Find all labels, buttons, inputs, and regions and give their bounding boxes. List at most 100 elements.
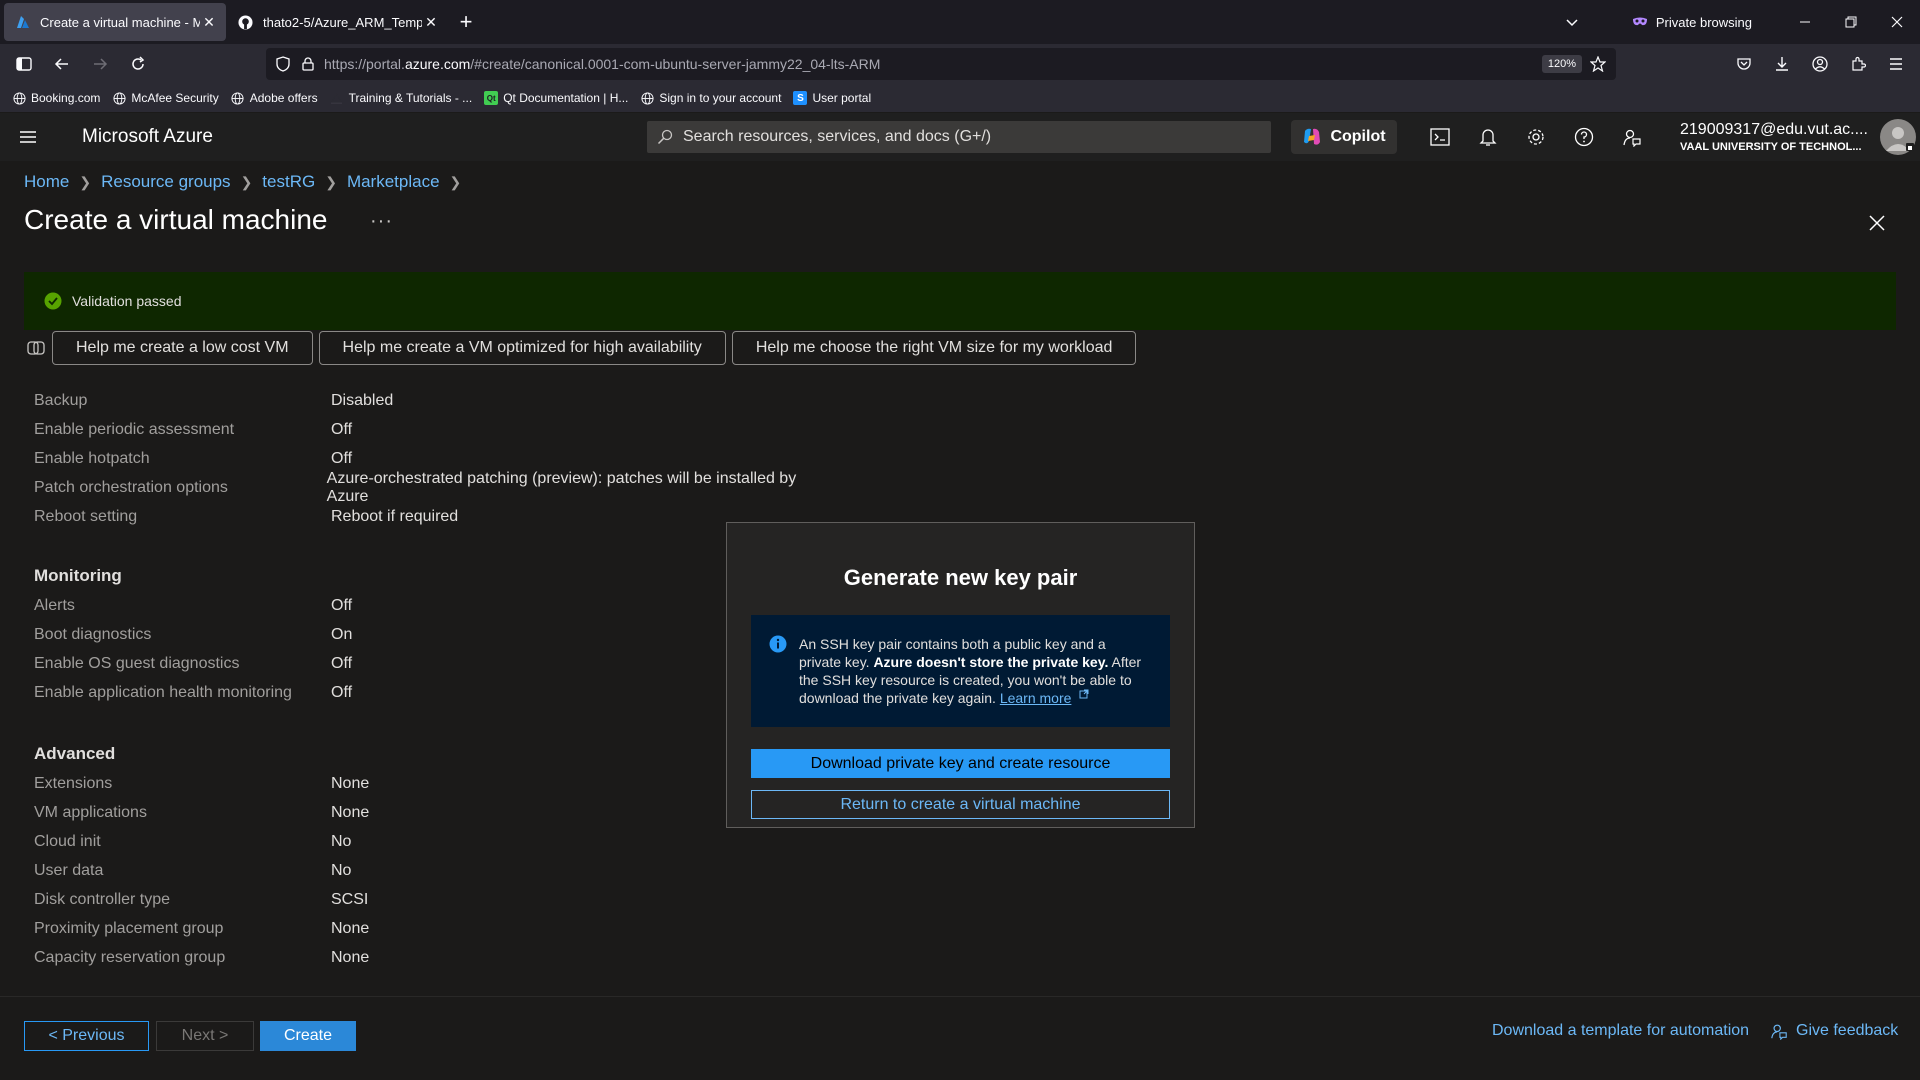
minimize-window-button[interactable]	[1782, 0, 1828, 44]
globe-icon	[112, 91, 126, 105]
return-to-create-vm-button[interactable]: Return to create a virtual machine	[751, 790, 1170, 819]
back-arrow-icon[interactable]	[44, 48, 80, 80]
close-window-button[interactable]	[1874, 0, 1920, 44]
avatar[interactable]	[1880, 119, 1916, 155]
breadcrumb-testrg[interactable]: testRG	[262, 172, 315, 192]
browser-tab-azure[interactable]: Create a virtual machine - Micro ✕	[4, 3, 226, 41]
copilot-prompt-suggestions: Help me create a low cost VM Help me cre…	[24, 331, 1142, 365]
summary-row: User data No	[34, 856, 834, 885]
new-tab-button[interactable]: +	[448, 4, 484, 40]
chevron-right-icon: ❯	[240, 173, 253, 190]
create-button[interactable]: Create	[260, 1021, 356, 1051]
row-label: Backup	[34, 391, 88, 409]
previous-button[interactable]: < Previous	[24, 1021, 149, 1051]
settings-gear-icon[interactable]	[1512, 113, 1560, 161]
prompt-vm-size[interactable]: Help me choose the right VM size for my …	[731, 331, 1137, 365]
tracking-protection-shield-icon[interactable]	[276, 56, 290, 72]
section-heading-advanced: Advanced	[34, 744, 116, 763]
feedback-icon[interactable]	[1608, 113, 1656, 161]
breadcrumb-marketplace[interactable]: Marketplace	[347, 172, 440, 192]
bookmark-sign-in[interactable]: Sign in to your account	[640, 91, 781, 105]
bookmark-mcafee[interactable]: McAfee Security	[112, 91, 219, 105]
row-label: VM applications	[34, 803, 147, 821]
bookmark-label: Adobe offers	[249, 91, 318, 105]
extensions-puzzle-icon[interactable]	[1840, 48, 1876, 80]
row-label: Capacity reservation group	[34, 948, 226, 966]
bookmark-user-portal[interactable]: S User portal	[793, 91, 871, 105]
summary-row: VM applications None	[34, 798, 834, 827]
chevron-right-icon: ❯	[79, 173, 92, 190]
feedback-person-icon	[1770, 1022, 1788, 1040]
row-label: User data	[34, 861, 104, 879]
row-value: Reboot if required	[331, 507, 459, 525]
row-value: No	[331, 861, 352, 879]
browser-tab-github[interactable]: thato2-5/Azure_ARM_Templates ✕	[226, 0, 448, 44]
sidebar-toggle-icon[interactable]	[6, 48, 42, 80]
download-private-key-button[interactable]: Download private key and create resource	[751, 749, 1170, 778]
app-menu-icon[interactable]	[1878, 48, 1914, 80]
copilot-button[interactable]: Copilot	[1291, 120, 1397, 154]
close-blade-icon[interactable]	[1862, 208, 1892, 238]
row-label: Disk controller type	[34, 890, 171, 908]
breadcrumb: Home ❯ Resource groups ❯ testRG ❯ Market…	[24, 172, 471, 192]
lock-icon[interactable]	[302, 57, 314, 71]
azure-top-bar: Microsoft Azure Search resources, servic…	[0, 113, 1920, 161]
breadcrumb-resource-groups[interactable]: Resource groups	[101, 172, 230, 192]
success-check-icon	[44, 292, 62, 310]
row-value: None	[331, 774, 370, 792]
summary-row: Extensions None	[34, 769, 834, 798]
row-value: None	[331, 803, 370, 821]
close-tab-icon[interactable]: ✕	[200, 14, 218, 31]
help-icon[interactable]	[1560, 113, 1608, 161]
bookmark-icon	[330, 91, 344, 105]
bookmark-booking[interactable]: Booking.com	[12, 91, 100, 105]
url-domain: azure.com	[404, 56, 471, 72]
row-label: Boot diagnostics	[34, 625, 152, 643]
learn-more-link[interactable]: Learn more	[1000, 690, 1072, 706]
globe-icon	[231, 91, 245, 105]
next-button[interactable]: Next >	[156, 1021, 254, 1051]
download-template-link[interactable]: Download a template for automation	[1492, 1022, 1749, 1040]
row-label: Reboot setting	[34, 507, 138, 525]
validation-banner: Validation passed	[24, 272, 1896, 330]
tab-title: thato2-5/Azure_ARM_Templates	[263, 14, 422, 30]
bookmark-qt[interactable]: Qt Qt Documentation | H...	[484, 91, 628, 105]
address-bar[interactable]: https://portal.azure.com/#create/canonic…	[266, 48, 1616, 80]
summary-row: Enable periodic assessment Off	[34, 415, 834, 444]
row-label: Enable application health monitoring	[34, 683, 292, 701]
account-icon[interactable]	[1802, 48, 1838, 80]
external-link-icon	[1079, 689, 1089, 699]
bookmark-training[interactable]: Training & Tutorials - ...	[330, 91, 472, 105]
prompt-high-availability-vm[interactable]: Help me create a VM optimized for high a…	[318, 331, 726, 365]
browser-tab-bar: Create a virtual machine - Micro ✕ thato…	[0, 0, 1920, 44]
downloads-icon[interactable]	[1764, 48, 1800, 80]
cloud-shell-icon[interactable]	[1416, 113, 1464, 161]
forward-arrow-icon[interactable]	[82, 48, 118, 80]
more-options-icon[interactable]: ···	[370, 210, 393, 233]
global-search-input[interactable]: Search resources, services, and docs (G+…	[647, 121, 1271, 153]
prompt-low-cost-vm[interactable]: Help me create a low cost VM	[52, 331, 313, 365]
bookmark-label: Booking.com	[31, 91, 101, 105]
row-value: Azure-orchestrated patching (preview): p…	[326, 469, 797, 505]
bookmark-adobe[interactable]: Adobe offers	[231, 91, 318, 105]
give-feedback-link[interactable]: Give feedback	[1770, 1022, 1898, 1040]
breadcrumb-home[interactable]: Home	[24, 172, 69, 192]
pocket-icon[interactable]	[1726, 48, 1762, 80]
zoom-level-badge[interactable]: 120%	[1541, 55, 1582, 73]
summary-row: Cloud init No	[34, 827, 834, 856]
row-label: Enable periodic assessment	[34, 420, 235, 438]
private-browsing-indicator: Private browsing	[1632, 15, 1752, 30]
notifications-bell-icon[interactable]	[1464, 113, 1512, 161]
info-message-box: An SSH key pair contains both a public k…	[751, 615, 1170, 727]
row-value: Off	[331, 449, 353, 467]
account-info[interactable]: 219009317@edu.vut.ac.... VAAL UNIVERSITY…	[1680, 121, 1880, 153]
portal-menu-icon[interactable]	[0, 113, 56, 161]
list-tabs-chevron-icon[interactable]	[1552, 15, 1592, 29]
restore-window-button[interactable]	[1828, 0, 1874, 44]
reload-icon[interactable]	[120, 48, 156, 80]
private-browsing-label: Private browsing	[1655, 14, 1752, 30]
azure-brand[interactable]: Microsoft Azure	[82, 126, 213, 148]
close-tab-icon[interactable]: ✕	[422, 14, 440, 31]
search-icon	[657, 129, 673, 145]
bookmark-star-icon[interactable]	[1590, 56, 1606, 72]
